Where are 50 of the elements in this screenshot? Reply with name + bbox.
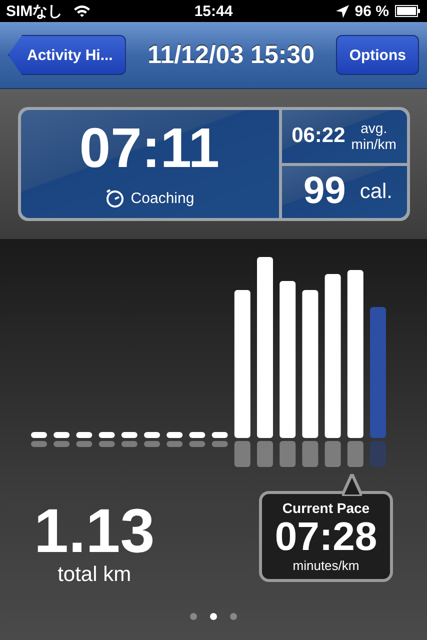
page-dot[interactable]: [190, 613, 197, 620]
pace-bar: [166, 432, 183, 438]
pace-bar: [212, 432, 228, 438]
pace-bar: [54, 432, 70, 438]
pace-bar: [189, 432, 206, 438]
bar-reflection: [302, 441, 318, 467]
battery-icon: [395, 5, 421, 17]
distance-value: 1.13: [34, 501, 155, 563]
avg-unit: min/km: [351, 136, 396, 152]
bar-reflection: [370, 441, 386, 467]
battery-percent: 96 %: [354, 2, 389, 20]
calories-unit: cal.: [360, 180, 392, 204]
stopwatch-icon: [104, 188, 125, 208]
bar-reflection: [280, 441, 296, 467]
bar-reflection: [121, 441, 138, 447]
current-pace-unit: minutes/km: [292, 558, 360, 573]
page-dot[interactable]: [210, 613, 217, 620]
bar-reflection: [212, 441, 228, 447]
bar-reflection: [234, 441, 250, 467]
bar-reflection: [257, 441, 273, 467]
bar-reflection: [31, 441, 47, 447]
pace-bar: [98, 432, 115, 438]
avg-pace: 06:22: [292, 124, 346, 148]
carrier: SIMなし: [6, 2, 63, 20]
current-pace-title: Current Pace: [282, 500, 370, 516]
distance-label: total km: [58, 563, 132, 587]
calories: 99: [304, 170, 346, 214]
current-pace-value: 07:28: [274, 516, 378, 558]
bar-reflection: [324, 441, 341, 467]
bar-reflection: [144, 441, 160, 447]
options-button[interactable]: Options: [336, 35, 419, 75]
wifi-icon: [72, 4, 91, 18]
pace-bar: [121, 432, 138, 438]
duration: 07:11: [79, 120, 220, 176]
clock: 15:44: [194, 2, 233, 20]
bar-reflection: [54, 441, 70, 447]
page-dot[interactable]: [230, 613, 237, 620]
nav-title: 11/12/03 15:30: [148, 40, 314, 70]
pace-bar: [76, 432, 92, 438]
location-arrow-icon: [336, 4, 349, 18]
avg-label: avg.: [360, 120, 388, 136]
bar-reflection: [166, 441, 183, 447]
bar-reflection: [189, 441, 206, 447]
coaching-label: Coaching: [130, 190, 194, 206]
bar-reflection: [347, 441, 364, 467]
bar-reflection: [98, 441, 115, 447]
back-button[interactable]: Activity Hi...: [8, 35, 126, 75]
bar-reflection: [76, 441, 92, 447]
pace-bar: [144, 432, 160, 438]
pace-bar: [31, 432, 47, 438]
